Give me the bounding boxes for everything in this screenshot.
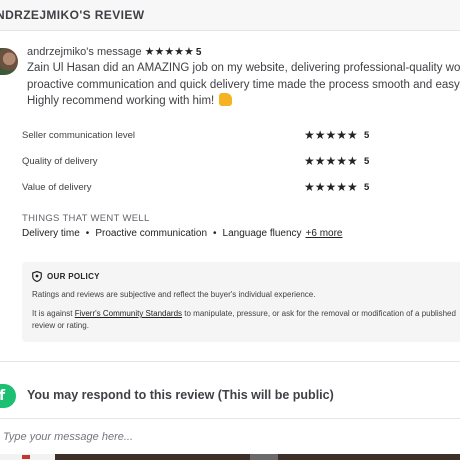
review-header: NDRZEJMIKO'S REVIEW <box>0 0 460 31</box>
rating-stars: ★★★★★ <box>304 180 358 194</box>
rating-row-value: Value of delivery ★★★★★ 5 <box>22 180 382 198</box>
tag-separator: • <box>85 228 90 239</box>
review-author-line: andrzejmiko's message ★★★★★ 5 <box>27 45 201 58</box>
tag-item: Delivery time <box>22 228 80 239</box>
went-well-tags: Delivery time • Proactive communication • La… <box>22 228 342 239</box>
rating-score: 5 <box>364 130 370 141</box>
went-well-title: THINGS THAT WENT WELL <box>22 213 150 224</box>
policy-box: OUR POLICY Ratings and reviews are subje… <box>22 262 460 342</box>
policy-title: OUR POLICY <box>47 272 100 281</box>
tag-separator: • <box>213 228 217 239</box>
rating-label: Seller communication level <box>22 130 135 141</box>
review-header-title: NDRZEJMIKO'S REVIEW <box>0 8 145 22</box>
fiverr-logo-icon: f <box>0 384 16 408</box>
review-stars: ★★★★★ <box>144 46 194 58</box>
policy-heading: OUR POLICY <box>32 271 100 282</box>
rating-label: Quality of delivery <box>22 156 98 167</box>
response-message-input[interactable] <box>0 418 460 454</box>
bottom-image-strip <box>0 454 460 460</box>
review-score: 5 <box>195 47 202 58</box>
tag-item: Language fluency <box>222 228 302 239</box>
review-line-3: Highly recommend working with him! <box>27 93 460 110</box>
thumbs-up-icon <box>219 93 233 106</box>
review-line-2: proactive communication and quick delive… <box>27 78 460 91</box>
more-tags-link[interactable]: +6 more <box>306 228 343 239</box>
rating-score: 5 <box>364 156 370 167</box>
rating-stars: ★★★★★ <box>304 154 358 168</box>
tag-item: Proactive communication <box>95 228 208 239</box>
rating-score: 5 <box>364 182 370 193</box>
rating-label: Value of delivery <box>22 182 92 193</box>
rating-stars: ★★★★★ <box>304 128 358 142</box>
avatar[interactable] <box>0 48 18 75</box>
respond-title: You may respond to this review (This wil… <box>27 388 334 402</box>
section-divider <box>0 361 460 362</box>
review-line-1: Zain Ul Hasan did an AMAZING job on my w… <box>27 62 460 74</box>
shield-icon <box>32 271 42 282</box>
rating-row-quality: Quality of delivery ★★★★★ 5 <box>22 154 382 172</box>
rating-row-communication: Seller communication level ★★★★★ 5 <box>22 128 382 146</box>
review-message: Zain Ul Hasan did an AMAZING job on my w… <box>27 60 460 110</box>
review-author: andrzejmiko's message <box>27 46 142 58</box>
policy-text-2: It is against Fiverr's Community Standar… <box>32 309 456 330</box>
policy-text-1: Ratings and reviews are subjective and r… <box>32 290 316 299</box>
community-standards-link[interactable]: Fiverr's Community Standards <box>75 309 182 318</box>
